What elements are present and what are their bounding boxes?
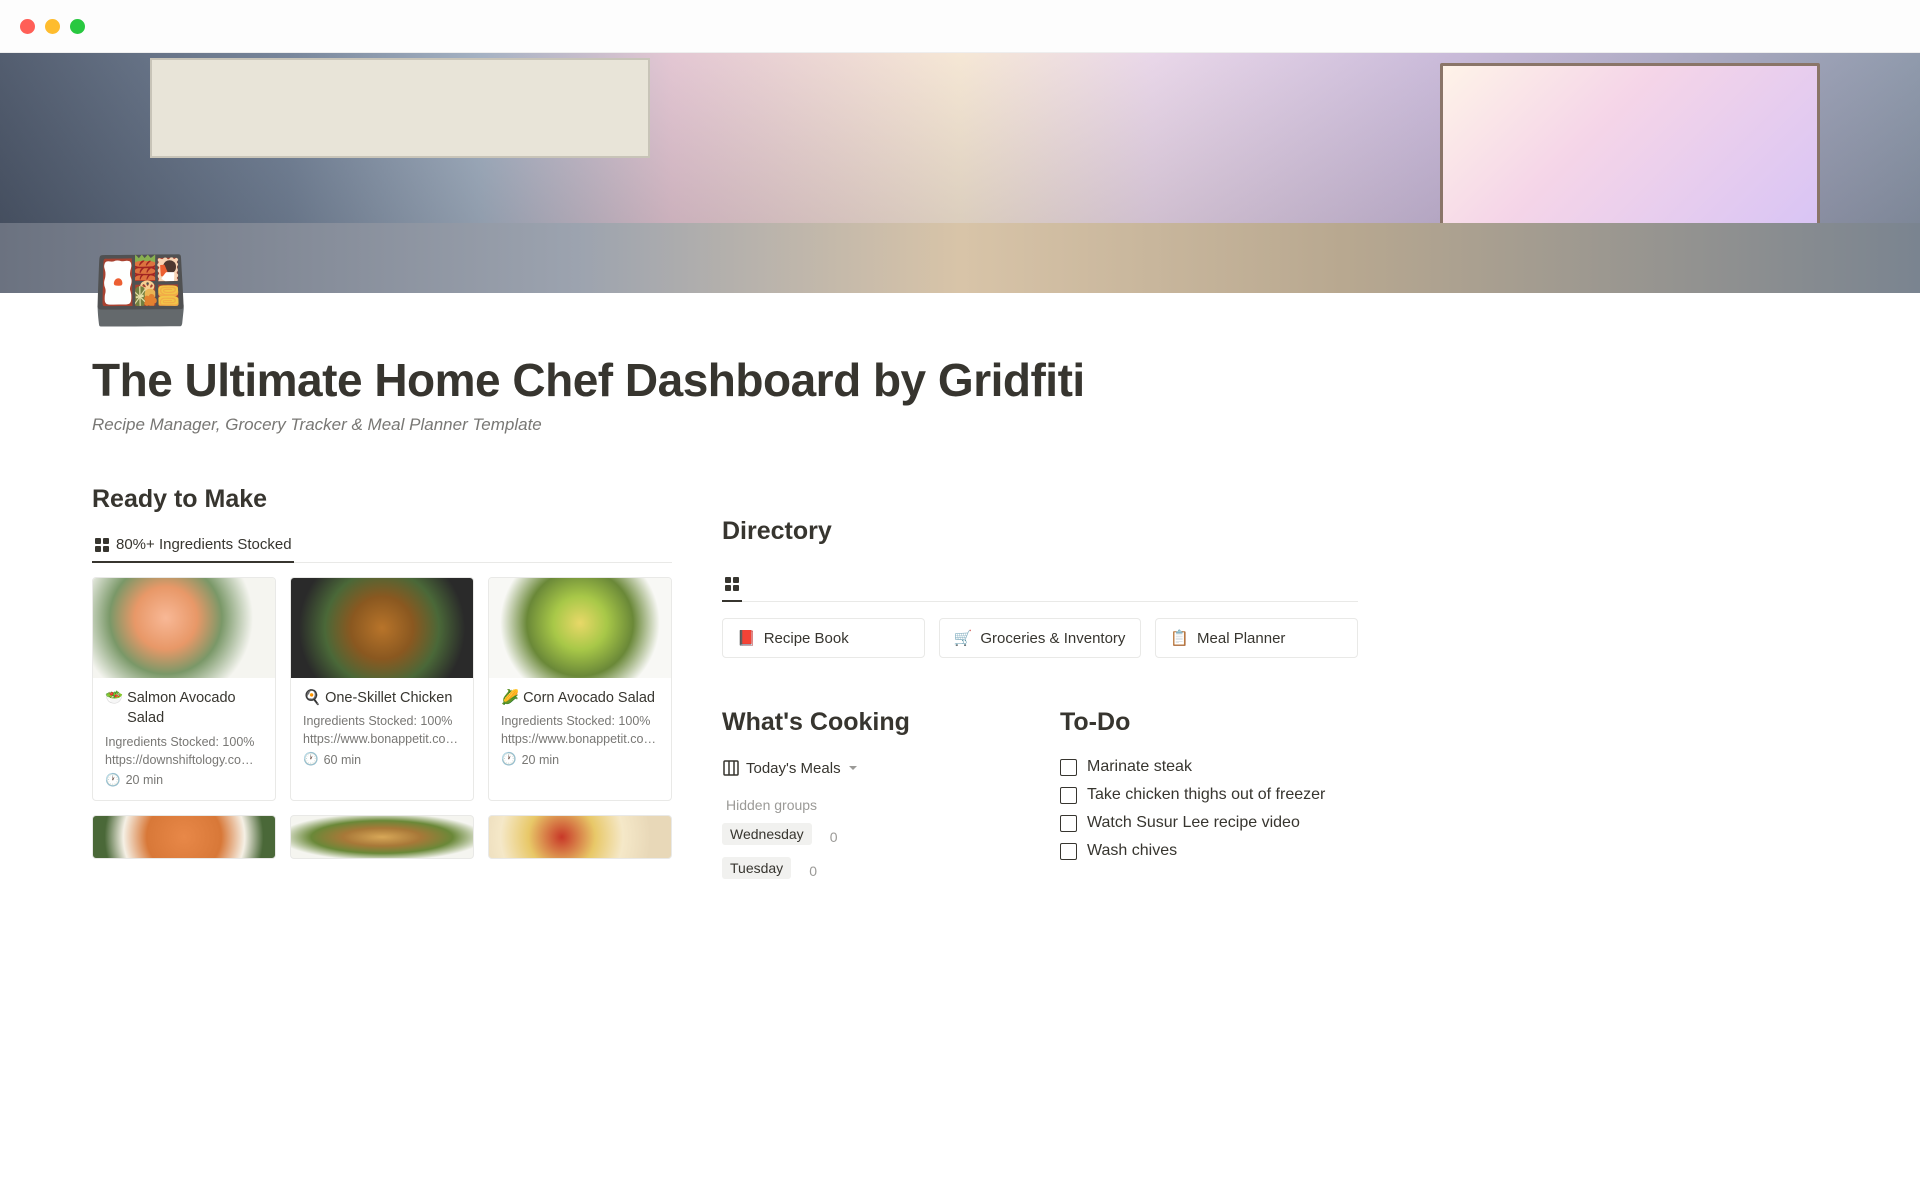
todo-text: Marinate steak xyxy=(1087,758,1192,776)
recipe-emoji: 🍳 xyxy=(303,688,321,708)
recipe-card[interactable] xyxy=(488,815,672,859)
card-emoji: 🛒 xyxy=(954,629,973,647)
recipe-time: 20 min xyxy=(126,773,164,787)
day-group-row[interactable]: Tuesday 0 xyxy=(722,857,1020,885)
ready-view-tabs: 80%+ Ingredients Stocked xyxy=(92,530,672,563)
todo-text: Take chicken thighs out of freezer xyxy=(1087,786,1325,804)
tab-80-percent-stocked[interactable]: 80%+ Ingredients Stocked xyxy=(92,530,294,563)
recipe-image xyxy=(489,578,671,678)
whats-cooking-heading: What's Cooking xyxy=(722,708,1020,737)
window-minimize-button[interactable] xyxy=(45,19,60,34)
todo-item[interactable]: Watch Susur Lee recipe video xyxy=(1060,809,1358,837)
recipe-card[interactable]: 🍳 One-Skillet Chicken Ingredients Stocke… xyxy=(290,577,474,801)
window-chrome xyxy=(0,0,1920,53)
day-group-row[interactable]: Wednesday 0 xyxy=(722,823,1020,851)
view-label: Today's Meals xyxy=(746,760,841,777)
recipe-url: https://www.bonappetit.com/rec xyxy=(303,732,461,746)
checkbox[interactable] xyxy=(1060,815,1077,832)
recipe-gallery: 🥗 Salmon Avocado Salad Ingredients Stock… xyxy=(92,577,672,801)
ready-to-make-heading: Ready to Make xyxy=(92,485,672,514)
card-label: Groceries & Inventory xyxy=(980,630,1125,647)
todo-item[interactable]: Wash chives xyxy=(1060,837,1358,865)
directory-heading: Directory xyxy=(722,517,1358,546)
gallery-icon xyxy=(94,537,110,553)
day-pill: Tuesday xyxy=(722,857,791,879)
recipe-url: https://downshiftology.com/reci xyxy=(105,753,263,767)
recipe-emoji: 🥗 xyxy=(105,688,123,708)
recipe-url: https://www.bonappetit.com/co xyxy=(501,732,659,746)
todo-text: Watch Susur Lee recipe video xyxy=(1087,814,1300,832)
board-icon xyxy=(722,759,740,777)
window-close-button[interactable] xyxy=(20,19,35,34)
day-count: 0 xyxy=(830,829,838,845)
clock-icon: 🕐 xyxy=(303,752,319,767)
card-emoji: 📋 xyxy=(1170,629,1189,647)
recipe-title: One-Skillet Chicken xyxy=(325,688,452,708)
directory-card-groceries[interactable]: 🛒 Groceries & Inventory xyxy=(939,618,1142,658)
checkbox[interactable] xyxy=(1060,787,1077,804)
chevron-down-icon xyxy=(847,762,859,774)
page-icon[interactable]: 🍱 xyxy=(92,245,189,337)
todo-item[interactable]: Take chicken thighs out of freezer xyxy=(1060,781,1358,809)
recipe-title: Salmon Avocado Salad xyxy=(127,688,263,729)
directory-card-recipe-book[interactable]: 📕 Recipe Book xyxy=(722,618,925,658)
recipe-card[interactable]: 🥗 Salmon Avocado Salad Ingredients Stock… xyxy=(92,577,276,801)
recipe-stocked: Ingredients Stocked: 100% xyxy=(501,714,659,728)
clock-icon: 🕐 xyxy=(501,752,517,767)
hidden-groups-label: Hidden groups xyxy=(722,797,1020,813)
recipe-title: Corn Avocado Salad xyxy=(523,688,655,708)
recipe-gallery-row2 xyxy=(92,815,672,859)
tab-label: 80%+ Ingredients Stocked xyxy=(116,536,292,553)
cover-image[interactable] xyxy=(0,53,1920,293)
card-label: Meal Planner xyxy=(1197,630,1285,647)
recipe-card[interactable] xyxy=(92,815,276,859)
recipe-image xyxy=(291,578,473,678)
checkbox[interactable] xyxy=(1060,759,1077,776)
recipe-time: 20 min xyxy=(522,753,560,767)
recipe-card[interactable] xyxy=(290,815,474,859)
recipe-card[interactable]: 🌽 Corn Avocado Salad Ingredients Stocked… xyxy=(488,577,672,801)
card-label: Recipe Book xyxy=(764,630,849,647)
recipe-emoji: 🌽 xyxy=(501,688,519,708)
card-emoji: 📕 xyxy=(737,629,756,647)
recipe-image xyxy=(93,578,275,678)
recipe-stocked: Ingredients Stocked: 100% xyxy=(105,735,263,749)
recipe-time: 60 min xyxy=(324,753,362,767)
directory-card-meal-planner[interactable]: 📋 Meal Planner xyxy=(1155,618,1358,658)
page-title[interactable]: The Ultimate Home Chef Dashboard by Grid… xyxy=(92,353,1358,407)
day-pill: Wednesday xyxy=(722,823,812,845)
window-maximize-button[interactable] xyxy=(70,19,85,34)
checkbox[interactable] xyxy=(1060,843,1077,860)
todo-heading: To-Do xyxy=(1060,708,1358,737)
gallery-icon xyxy=(724,576,740,592)
directory-tabs xyxy=(722,562,1358,602)
todo-text: Wash chives xyxy=(1087,842,1177,860)
todo-item[interactable]: Marinate steak xyxy=(1060,753,1358,781)
directory-cards: 📕 Recipe Book 🛒 Groceries & Inventory 📋 … xyxy=(722,618,1358,658)
tab-gallery[interactable] xyxy=(722,572,742,602)
day-count: 0 xyxy=(809,863,817,879)
clock-icon: 🕐 xyxy=(105,773,121,788)
recipe-stocked: Ingredients Stocked: 100% xyxy=(303,714,461,728)
page-subtitle[interactable]: Recipe Manager, Grocery Tracker & Meal P… xyxy=(92,415,1358,435)
todays-meals-view[interactable]: Today's Meals xyxy=(722,753,1020,783)
